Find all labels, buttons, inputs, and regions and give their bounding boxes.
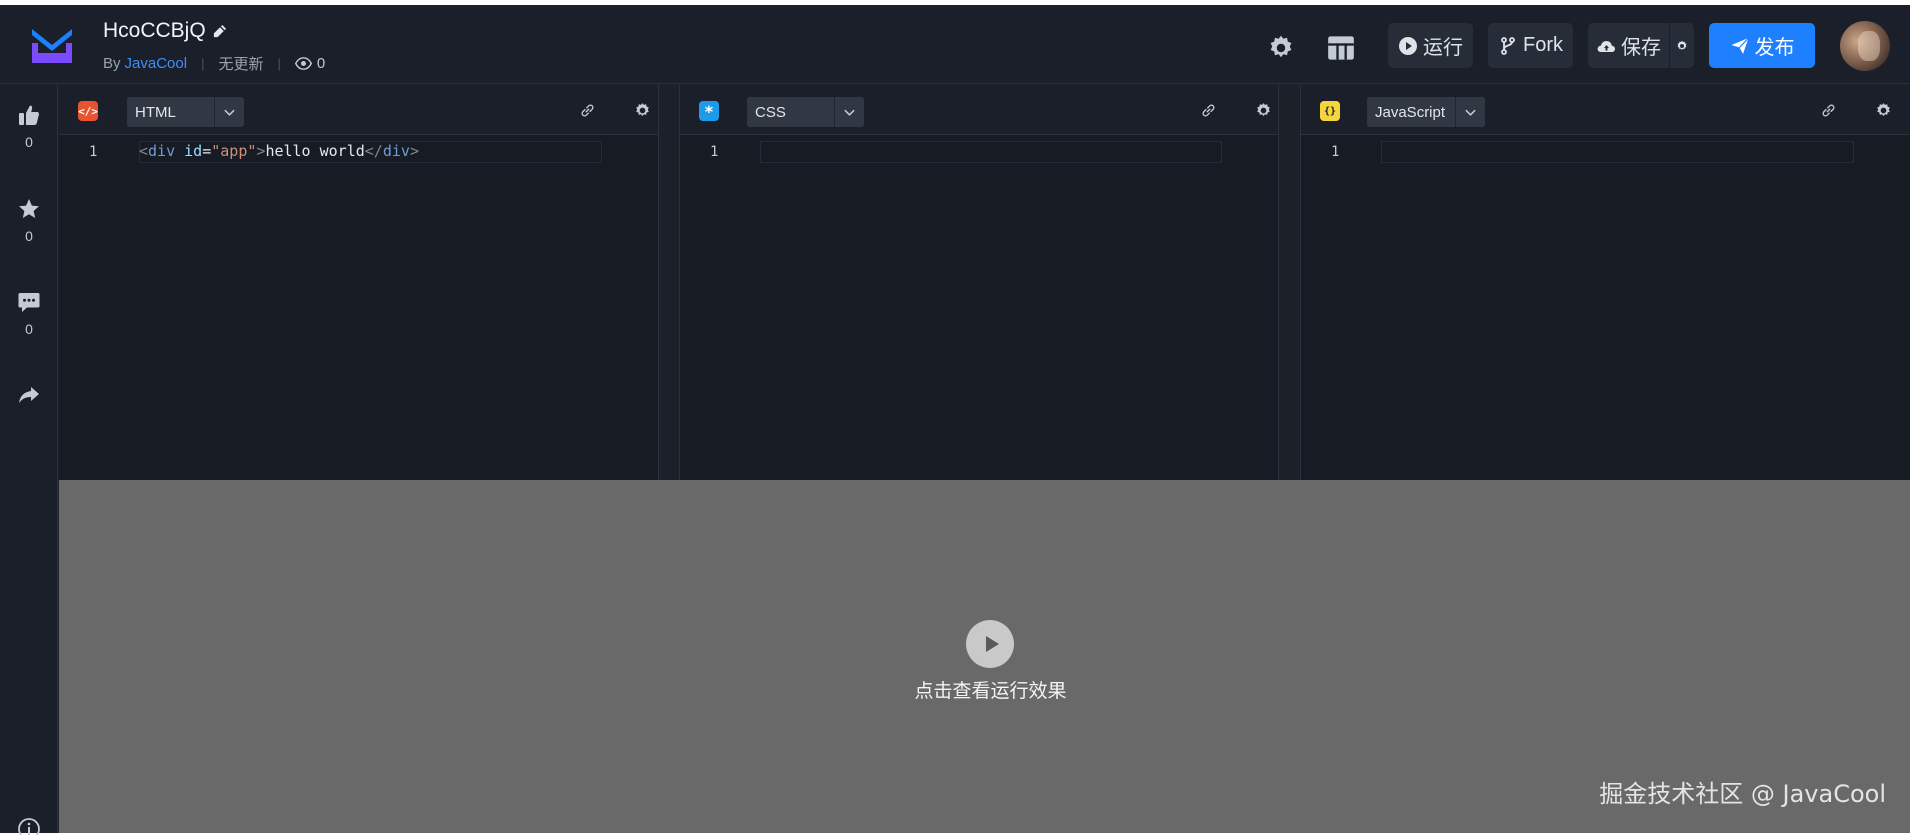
info-icon[interactable] [17,817,41,835]
favorite-action[interactable]: 0 [0,197,58,244]
star-icon [19,199,39,218]
eye-icon [294,57,312,70]
js-code-line[interactable]: 1 [1301,141,1910,163]
views-count: 0 [316,55,326,72]
html-lang-label: HTML [135,103,176,121]
meta-divider: | [277,56,281,71]
code-close-tag: div [382,142,410,160]
play-circle-icon [1399,36,1417,55]
fork-label: Fork [1523,34,1563,56]
preview-area[interactable]: 点击查看运行效果 掘金技术社区 @ JavaCool [59,480,1910,833]
publish-button[interactable]: 发布 [1709,23,1815,68]
code-open-tag: div [148,142,176,160]
meta-divider: | [201,56,205,71]
comment-action[interactable]: 0 [0,290,58,337]
html-preprocessor-select[interactable]: HTML [127,97,244,127]
line-number: 1 [89,144,98,160]
fork-button[interactable]: Fork [1488,23,1573,68]
save-button[interactable]: 保存 [1588,23,1669,68]
code-attr: id [184,142,203,160]
play-icon [985,636,999,652]
share-action[interactable] [0,383,58,414]
js-pane-header: {} JavaScript [1301,85,1910,135]
by-label: By [103,55,121,72]
small-gear-icon [1677,40,1687,50]
views-counter: 0 [294,55,326,72]
comment-count: 0 [25,321,33,337]
project-meta: By JavaCool | 无更新 | 0 [103,53,325,74]
html-code-text[interactable]: <div id="app">hello world</div> [139,142,419,160]
html-editor-pane: </> HTML 1 <div id="app">hello world</di… [59,85,659,480]
share-arrow-icon [19,387,39,403]
like-count: 0 [25,134,33,150]
pane-settings-gear-icon[interactable] [1255,102,1272,119]
comment-icon [18,293,40,312]
fork-icon [1501,36,1515,55]
run-button[interactable]: 运行 [1388,23,1473,68]
play-button[interactable] [966,620,1014,668]
line-number: 1 [1331,144,1340,160]
thumbs-up-icon [19,105,39,125]
chevron-down-icon[interactable] [214,97,244,127]
link-icon[interactable] [579,102,596,119]
css-code-line[interactable]: 1 [680,141,1278,163]
pane-settings-gear-icon[interactable] [1875,102,1892,119]
link-icon[interactable] [1820,102,1837,119]
save-label: 保存 [1621,37,1661,59]
chevron-down-icon[interactable] [1455,97,1485,127]
css-editor-pane: * CSS 1 [679,85,1279,480]
pane-settings-gear-icon[interactable] [634,102,651,119]
html-code-line[interactable]: 1 <div id="app">hello world</div> [59,141,658,163]
send-plane-icon [1731,37,1749,54]
css-lang-label: CSS [755,103,786,121]
js-lang-label: JavaScript [1375,103,1446,121]
css-lang-icon: * [699,101,719,121]
user-avatar[interactable] [1840,21,1890,71]
current-line-highlight [760,141,1222,163]
cloud-upload-icon [1597,40,1615,52]
author-link[interactable]: JavaCool [125,55,188,72]
juejin-logo-icon[interactable] [28,23,76,67]
link-icon[interactable] [1200,102,1217,119]
watermark: 掘金技术社区 @ JavaCool [1599,780,1886,808]
project-title[interactable]: HcoCCBjQ [103,19,325,43]
save-options-button[interactable] [1670,23,1694,68]
code-attr-value: "app" [211,142,257,160]
preview-hint[interactable]: 点击查看运行效果 [899,676,1082,703]
project-title-text[interactable]: HcoCCBjQ [103,19,206,43]
app-window: HcoCCBjQ By JavaCool | 无更新 | 0 运行 Fork 保… [0,5,1910,835]
js-editor-pane: {} JavaScript 1 [1300,85,1910,480]
html-pane-header: </> HTML [59,85,658,135]
css-pane-header: * CSS [680,85,1278,135]
update-status: 无更新 [218,56,264,73]
header: HcoCCBjQ By JavaCool | 无更新 | 0 运行 Fork 保… [0,5,1910,84]
run-label: 运行 [1423,37,1463,59]
html-lang-icon: </> [78,101,98,121]
code-content: hello world [265,142,365,160]
line-number: 1 [710,144,719,160]
chevron-down-icon[interactable] [834,97,864,127]
editor-panels: </> HTML 1 <div id="app">hello world</di… [59,85,1910,480]
edit-pencil-icon[interactable] [212,24,227,39]
title-area: HcoCCBjQ By JavaCool | 无更新 | 0 [103,19,325,74]
js-lang-icon: {} [1320,101,1340,121]
publish-label: 发布 [1754,37,1795,59]
settings-gear-icon[interactable] [1267,34,1295,62]
star-count: 0 [25,228,33,244]
js-preprocessor-select[interactable]: JavaScript [1367,97,1485,127]
current-line-highlight [1381,141,1854,163]
like-action[interactable]: 0 [0,103,58,150]
layout-icon[interactable] [1327,34,1355,62]
left-sidebar: 0 0 0 [0,85,58,833]
css-preprocessor-select[interactable]: CSS [747,97,864,127]
